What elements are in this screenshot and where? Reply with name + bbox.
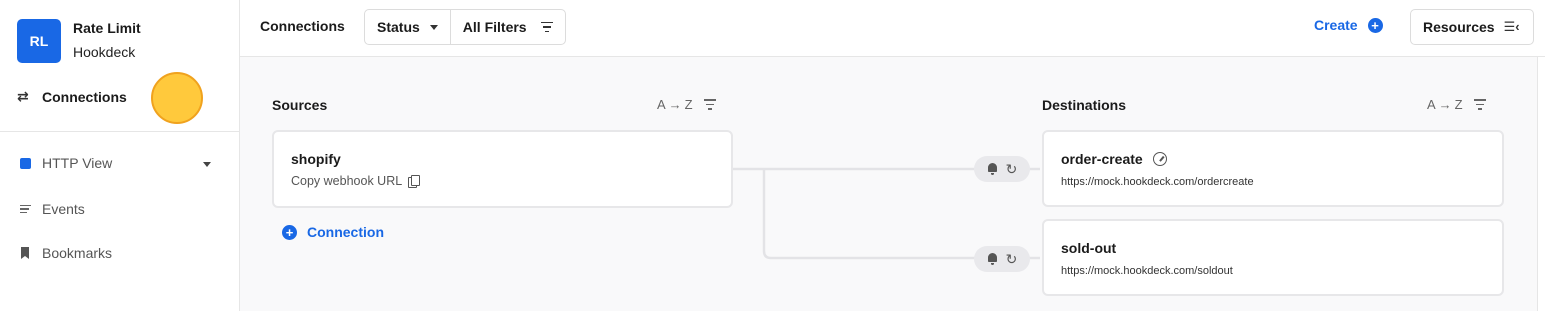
destinations-sort-button[interactable]: A → Z [1427,97,1486,112]
retry-icon[interactable]: ↻ [1006,162,1018,176]
sort-icon [703,99,716,110]
sort-to-label: Z [1454,97,1463,112]
destination-card-sold-out[interactable]: sold-out https://mock.hookdeck.com/soldo… [1042,219,1504,296]
source-card-shopify[interactable]: shopify Copy webhook URL [272,130,733,208]
arrow-right-icon: → [1438,97,1452,112]
connection-actions-sold-out: ↻ [974,246,1030,272]
source-name: shopify [291,151,341,167]
bell-icon[interactable] [987,163,998,175]
sources-sort-button[interactable]: A → Z [657,97,716,112]
bell-icon[interactable] [987,253,998,265]
destination-title: order-create [1061,151,1167,167]
destination-name: order-create [1061,151,1143,167]
destinations-heading: Destinations [1042,97,1127,113]
destination-url: https://mock.hookdeck.com/soldout [1061,265,1233,277]
copy-webhook-url-button[interactable]: Copy webhook URL [291,174,421,188]
retry-icon[interactable]: ↻ [1006,252,1018,266]
sources-heading: Sources [272,97,328,113]
add-connection-label: Connection [307,224,384,240]
plus-circle-icon: + [282,224,297,240]
destination-name: sold-out [1061,240,1117,256]
copy-webhook-url-label: Copy webhook URL [291,174,403,188]
sort-from-label: A [657,97,666,112]
connection-actions-order-create: ↻ [974,156,1030,182]
destination-url: https://mock.hookdeck.com/ordercreate [1061,176,1254,188]
sort-to-label: Z [684,97,693,112]
sort-icon [1473,99,1486,110]
arrow-right-icon: → [668,97,682,112]
sort-from-label: A [1427,97,1436,112]
add-connection-button[interactable]: + Connection [282,224,384,240]
copy-icon [408,175,421,188]
rate-limit-gauge-icon [1152,152,1167,166]
destination-card-order-create[interactable]: order-create https://mock.hookdeck.com/o… [1042,130,1504,207]
